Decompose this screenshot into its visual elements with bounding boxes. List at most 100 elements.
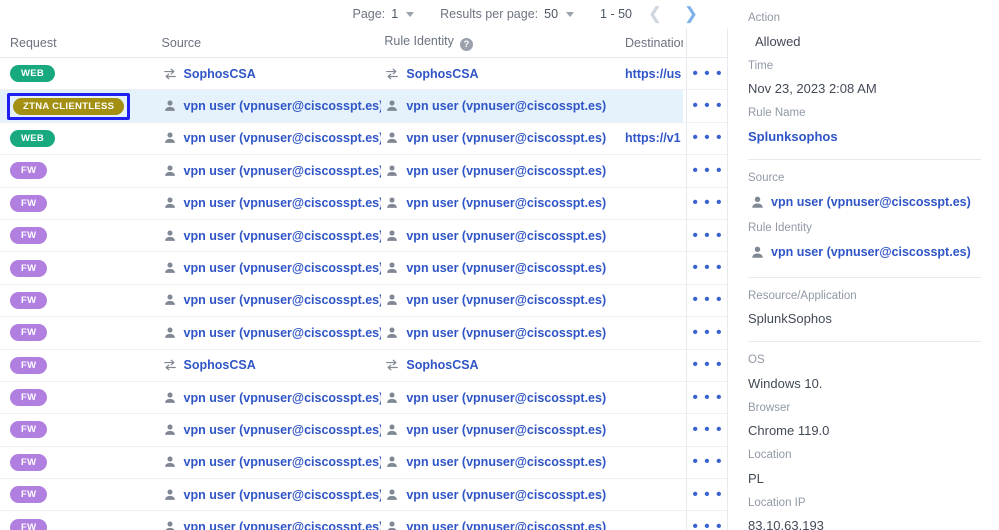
- cell-rule-identity-link[interactable]: vpn user (vpnuser@ciscosspt.es): [406, 293, 606, 307]
- cell-rule-identity-link[interactable]: vpn user (vpnuser@ciscosspt.es): [406, 488, 606, 502]
- table-row[interactable]: FW vpn user (vpnuser@ciscosspt.es) vpn use…: [0, 479, 728, 512]
- table-row[interactable]: WEB vpn user (vpnuser@ciscosspt.es) vpn us…: [0, 122, 728, 156]
- overflow-menu-icon[interactable]: • • •: [688, 519, 723, 530]
- cell-rule-identity-link[interactable]: vpn user (vpnuser@ciscosspt.es): [406, 326, 606, 340]
- column-header-destination[interactable]: Destination: [622, 36, 683, 50]
- column-header-source[interactable]: Source: [159, 36, 382, 50]
- cell-rule-identity-link[interactable]: SophosCSA: [406, 67, 478, 81]
- table-row[interactable]: FW vpn user (vpnuser@ciscosspt.es) vpn use…: [0, 317, 728, 350]
- cell-rule-identity-link[interactable]: vpn user (vpnuser@ciscosspt.es): [406, 261, 606, 275]
- cell-request: FW: [0, 155, 159, 186]
- prev-page-button[interactable]: ❮: [642, 1, 668, 27]
- table-row[interactable]: WEB SophosCSA SophosCSA https://us • • •: [0, 58, 728, 91]
- request-type-badge[interactable]: FW: [10, 453, 48, 471]
- cell-source-link[interactable]: SophosCSA: [184, 358, 256, 372]
- table-row[interactable]: ZTNA CLIENTLESS vpn user (vpnuser@ciscoss…: [0, 90, 728, 123]
- table-row[interactable]: FW vpn user (vpnuser@ciscosspt.es) vpn use…: [0, 155, 728, 188]
- overflow-menu-icon[interactable]: • • •: [688, 98, 723, 114]
- overflow-menu-icon[interactable]: • • •: [688, 389, 723, 406]
- results-per-page-label: Results per page:: [440, 7, 539, 21]
- request-type-badge[interactable]: ZTNA CLIENTLESS: [13, 97, 125, 115]
- request-type-badge[interactable]: FW: [10, 227, 48, 245]
- cell-rule-identity-link[interactable]: vpn user (vpnuser@ciscosspt.es): [406, 99, 606, 113]
- request-type-badge[interactable]: FW: [10, 259, 48, 277]
- overflow-menu-icon[interactable]: • • •: [688, 162, 723, 179]
- cell-source-link[interactable]: vpn user (vpnuser@ciscosspt.es): [184, 99, 382, 113]
- request-type-badge[interactable]: FW: [10, 421, 48, 439]
- cell-source-link[interactable]: vpn user (vpnuser@ciscosspt.es): [184, 131, 382, 145]
- column-header-request[interactable]: Request: [0, 36, 159, 50]
- request-type-badge[interactable]: FW: [10, 324, 48, 342]
- cell-rule-identity-link[interactable]: vpn user (vpnuser@ciscosspt.es): [406, 391, 606, 405]
- request-type-badge[interactable]: FW: [10, 162, 48, 180]
- overflow-menu-icon[interactable]: • • •: [688, 421, 723, 438]
- overflow-menu-icon[interactable]: • • •: [688, 65, 723, 82]
- request-type-badge[interactable]: WEB: [10, 65, 56, 83]
- overflow-menu-icon[interactable]: • • •: [688, 454, 723, 470]
- cell-source-link[interactable]: vpn user (vpnuser@ciscosspt.es): [184, 520, 382, 530]
- cell-rule-identity-link[interactable]: vpn user (vpnuser@ciscosspt.es): [406, 196, 606, 210]
- cell-source-link[interactable]: vpn user (vpnuser@ciscosspt.es): [184, 326, 382, 340]
- cell-source-link[interactable]: vpn user (vpnuser@ciscosspt.es): [184, 261, 382, 275]
- table-row[interactable]: FW vpn user (vpnuser@ciscosspt.es) vpn use…: [0, 252, 728, 285]
- cell-rule-identity-link[interactable]: vpn user (vpnuser@ciscosspt.es): [406, 520, 606, 530]
- request-type-badge[interactable]: WEB: [10, 129, 56, 147]
- overflow-menu-icon[interactable]: • • •: [688, 195, 723, 211]
- cell-source-link[interactable]: vpn user (vpnuser@ciscosspt.es): [184, 423, 382, 437]
- overflow-menu-icon[interactable]: • • •: [688, 260, 723, 276]
- table-row[interactable]: FW vpn user (vpnuser@ciscosspt.es) vpn use…: [0, 381, 728, 415]
- results-per-page-selector[interactable]: Results per page: 50: [440, 7, 575, 21]
- cell-actions: • • •: [683, 414, 728, 446]
- chevron-down-icon[interactable]: [566, 11, 575, 17]
- cell-rule-identity-link[interactable]: vpn user (vpnuser@ciscosspt.es): [406, 164, 606, 178]
- help-icon[interactable]: ?: [459, 38, 473, 51]
- cell-request: FW: [0, 317, 159, 348]
- table-row[interactable]: FW vpn user (vpnuser@ciscosspt.es) vpn use…: [0, 219, 728, 253]
- cell-rule-identity-link[interactable]: vpn user (vpnuser@ciscosspt.es): [406, 423, 606, 437]
- request-type-badge[interactable]: FW: [10, 356, 48, 374]
- cell-source-link[interactable]: vpn user (vpnuser@ciscosspt.es): [184, 293, 382, 307]
- cell-rule-identity-link[interactable]: vpn user (vpnuser@ciscosspt.es): [406, 229, 606, 243]
- cell-source-link[interactable]: vpn user (vpnuser@ciscosspt.es): [184, 196, 382, 210]
- request-type-badge[interactable]: FW: [10, 486, 48, 504]
- table-row[interactable]: FW vpn user (vpnuser@ciscosspt.es) vpn use…: [0, 446, 728, 480]
- overflow-menu-icon[interactable]: • • •: [688, 357, 723, 373]
- cell-source-link[interactable]: vpn user (vpnuser@ciscosspt.es): [184, 455, 382, 469]
- table-row[interactable]: FW vpn user (vpnuser@ciscosspt.es) vpn use…: [0, 511, 728, 530]
- detail-browser-value: Chrome 119.0: [748, 423, 830, 438]
- cell-rule-identity: vpn user (vpnuser@ciscosspt.es): [381, 479, 622, 510]
- overflow-menu-icon[interactable]: • • •: [688, 227, 723, 244]
- detail-rule-identity-value[interactable]: vpn user (vpnuser@ciscosspt.es): [748, 235, 981, 261]
- detail-rule-name-value[interactable]: Splunksophos: [748, 120, 981, 143]
- cell-source-link[interactable]: vpn user (vpnuser@ciscosspt.es): [184, 391, 382, 405]
- overflow-menu-icon[interactable]: • • •: [688, 292, 723, 308]
- chevron-down-icon[interactable]: [406, 11, 415, 17]
- table-row[interactable]: FW vpn user (vpnuser@ciscosspt.es) vpn use…: [0, 414, 728, 447]
- user-icon: [162, 454, 178, 470]
- cell-source-link[interactable]: vpn user (vpnuser@ciscosspt.es): [184, 229, 382, 243]
- page-selector[interactable]: Page: 1: [353, 7, 415, 21]
- cell-rule-identity: vpn user (vpnuser@ciscosspt.es): [381, 123, 622, 154]
- cell-source-link[interactable]: SophosCSA: [184, 67, 256, 81]
- request-type-badge[interactable]: FW: [10, 389, 48, 407]
- overflow-menu-icon[interactable]: • • •: [688, 486, 723, 503]
- request-type-badge[interactable]: FW: [10, 518, 48, 530]
- destination-link[interactable]: https://us: [625, 67, 681, 81]
- request-type-badge[interactable]: FW: [10, 194, 48, 212]
- table-row[interactable]: FW vpn user (vpnuser@ciscosspt.es) vpn use…: [0, 187, 728, 220]
- detail-action-label: Action: [748, 12, 780, 24]
- cell-rule-identity-link[interactable]: SophosCSA: [406, 358, 478, 372]
- cell-source-link[interactable]: vpn user (vpnuser@ciscosspt.es): [184, 164, 382, 178]
- request-type-badge[interactable]: FW: [10, 291, 48, 309]
- table-row[interactable]: FW SophosCSA SophosCSA • • •: [0, 349, 728, 382]
- overflow-menu-icon[interactable]: • • •: [688, 324, 723, 341]
- table-row[interactable]: FW vpn user (vpnuser@ciscosspt.es) vpn use…: [0, 284, 728, 318]
- cell-rule-identity-link[interactable]: vpn user (vpnuser@ciscosspt.es): [406, 455, 606, 469]
- cell-rule-identity-link[interactable]: vpn user (vpnuser@ciscosspt.es): [406, 131, 606, 145]
- overflow-menu-icon[interactable]: • • •: [688, 130, 723, 146]
- detail-source-value[interactable]: vpn user (vpnuser@ciscosspt.es): [748, 184, 981, 210]
- cell-source-link[interactable]: vpn user (vpnuser@ciscosspt.es): [184, 488, 382, 502]
- column-header-rule-identity[interactable]: Rule Identity?: [381, 34, 622, 51]
- destination-link[interactable]: https://v1: [625, 131, 681, 145]
- next-page-button[interactable]: ❯: [678, 1, 704, 27]
